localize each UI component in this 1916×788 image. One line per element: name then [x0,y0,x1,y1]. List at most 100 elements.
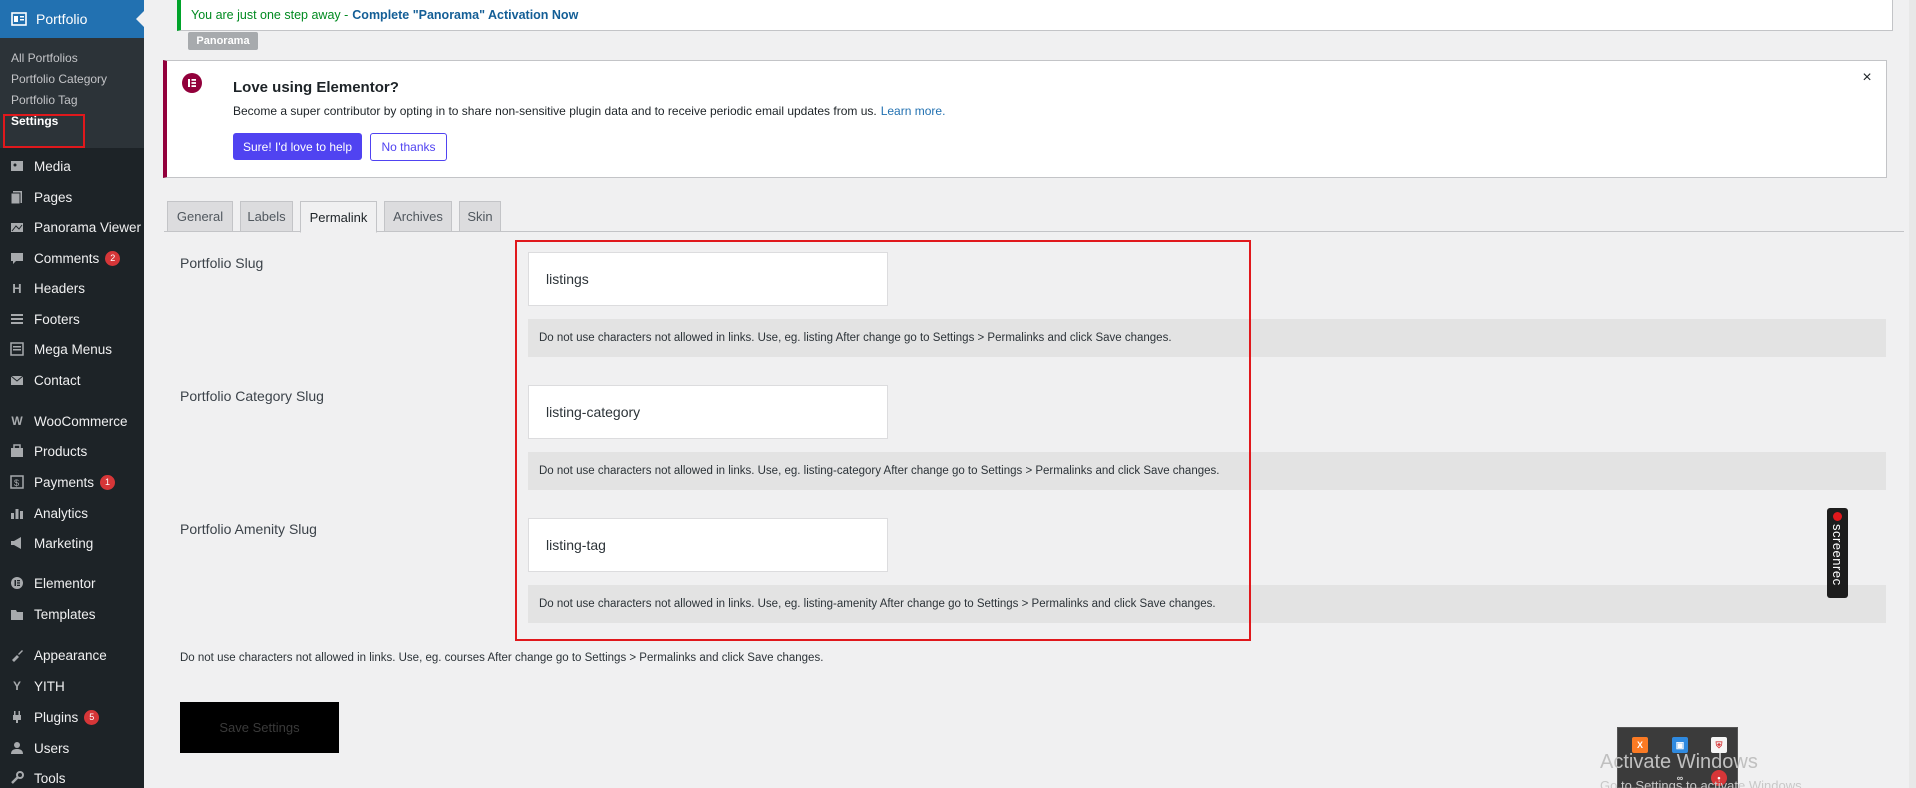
sidebar-item-label: YITH [34,678,65,694]
media-icon [8,157,26,175]
templates-icon [8,605,26,623]
activate-windows-title: Activate Windows [1600,751,1758,773]
sidebar-item-products[interactable]: Products [0,437,144,465]
tab-general[interactable]: General [167,201,233,232]
portfolio-amenity-slug-label: Portfolio Amenity Slug [180,521,317,537]
sidebar-item-headers[interactable]: H Headers [0,274,144,302]
mega-menu-icon [8,340,26,358]
sidebar-item-footers[interactable]: Footers [0,305,144,333]
sidebar-item-label: Plugins [34,709,79,725]
sidebar-item-label: Analytics [34,505,89,521]
sidebar-item-label: Media [34,158,71,174]
sidebar-item-label: Contact [34,372,81,388]
users-icon [8,739,26,757]
sidebar-item-marketing[interactable]: Marketing [0,529,144,557]
submenu-all-portfolios[interactable]: All Portfolios [11,51,78,65]
sidebar-item-woocommerce[interactable]: W WooCommerce [0,407,144,435]
panorama-icon [8,218,26,236]
sidebar-item-label: Portfolio [36,11,88,27]
products-icon [8,442,26,460]
tools-icon [8,769,26,787]
optin-accept-button[interactable]: Sure! I'd love to help [233,133,362,160]
comments-icon [8,249,26,267]
sidebar-item-panorama-viewer[interactable]: Panorama Viewer [0,213,144,241]
tab-skin[interactable]: Skin [459,201,501,232]
page-scrollbar[interactable] [1909,0,1916,788]
sidebar-item-label: Footers [34,311,80,327]
sidebar-item-contact[interactable]: Contact [0,366,144,394]
sidebar-item-users[interactable]: Users [0,734,144,762]
save-settings-button[interactable]: Save Settings [180,702,339,753]
sidebar-item-label: Templates [34,606,96,622]
appearance-icon [8,646,26,664]
plugins-count-badge: 5 [84,709,100,725]
learn-more-link[interactable]: Learn more. [881,104,946,118]
submenu-portfolio-category[interactable]: Portfolio Category [11,72,107,86]
current-menu-arrow [136,11,144,27]
elementor-logo-icon [182,73,202,93]
tab-archives[interactable]: Archives [384,201,452,232]
sidebar-item-analytics[interactable]: Analytics [0,499,144,527]
woocommerce-icon: W [11,414,23,428]
elementor-icon [8,574,26,592]
close-icon[interactable]: × [1858,69,1876,87]
payments-icon: $ [8,473,26,491]
comments-count-badge: 2 [105,250,121,266]
sidebar-item-label: Mega Menus [34,341,113,357]
sidebar-item-templates[interactable]: Templates [0,600,144,628]
activation-message: You are just one step away - [191,8,349,22]
fields-highlight-box [515,240,1251,641]
pages-icon [8,188,26,206]
sidebar-item-tools[interactable]: Tools [0,764,144,788]
sidebar-item-label: Elementor [34,575,96,591]
portfolio-icon [10,10,28,28]
optin-decline-button[interactable]: No thanks [370,133,447,161]
screenrec-widget[interactable]: screenrec [1827,508,1848,598]
sidebar-item-portfolio[interactable]: Portfolio [0,0,144,38]
admin-sidebar: Portfolio All Portfolios Portfolio Categ… [0,0,144,788]
record-icon [1833,512,1842,521]
svg-text:$: $ [14,478,19,488]
sidebar-item-label: Payments [34,474,95,490]
activation-notice: You are just one step away - Complete "P… [177,0,1893,31]
submenu-portfolio-tag[interactable]: Portfolio Tag [11,93,78,107]
sidebar-item-label: WooCommerce [34,413,128,429]
sidebar-item-elementor[interactable]: Elementor [0,569,144,597]
mail-icon [8,371,26,389]
elementor-notice-text: Become a super contributor by opting in … [233,104,945,118]
tab-labels[interactable]: Labels [240,201,293,232]
sidebar-item-payments[interactable]: $ Payments 1 [0,468,144,496]
sidebar-item-label: Users [34,740,70,756]
portfolio-category-slug-label: Portfolio Category Slug [180,388,324,404]
sidebar-item-plugins[interactable]: Plugins 5 [0,703,144,731]
header-icon: H [12,280,22,296]
sidebar-item-label: Products [34,443,88,459]
sidebar-item-comments[interactable]: Comments 2 [0,244,144,272]
tab-permalink[interactable]: Permalink [300,201,377,233]
elementor-notice-body: Become a super contributor by opting in … [233,104,877,118]
sidebar-item-label: Pages [34,189,73,205]
screenrec-label: screenrec [1830,524,1845,586]
sidebar-item-appearance[interactable]: Appearance [0,641,144,669]
analytics-icon [8,504,26,522]
marketing-icon [8,534,26,552]
sidebar-item-label: Panorama Viewer [34,219,142,235]
payments-count-badge: 1 [100,474,116,490]
sidebar-item-label: Comments [34,250,100,266]
sidebar-item-yith[interactable]: Y YITH [0,672,144,700]
footer-icon [8,310,26,328]
yith-icon: Y [12,679,21,693]
elementor-notice-title: Love using Elementor? [233,79,399,96]
elementor-optin-notice: Love using Elementor? Become a super con… [163,60,1887,178]
sidebar-item-label: Marketing [34,535,94,551]
settings-highlight-box [3,114,85,148]
sidebar-item-label: Tools [34,770,66,786]
sidebar-item-pages[interactable]: Pages [0,183,144,211]
sidebar-item-mega-menus[interactable]: Mega Menus [0,335,144,363]
activation-link[interactable]: Complete "Panorama" Activation Now [352,8,578,22]
sidebar-item-label: Headers [34,280,86,296]
sidebar-item-label: Appearance [34,647,107,663]
sidebar-item-media[interactable]: Media [0,152,144,180]
panorama-badge: Panorama [188,32,258,50]
activate-windows-subtitle: Go to Settings to activate Windows. [1600,778,1806,788]
